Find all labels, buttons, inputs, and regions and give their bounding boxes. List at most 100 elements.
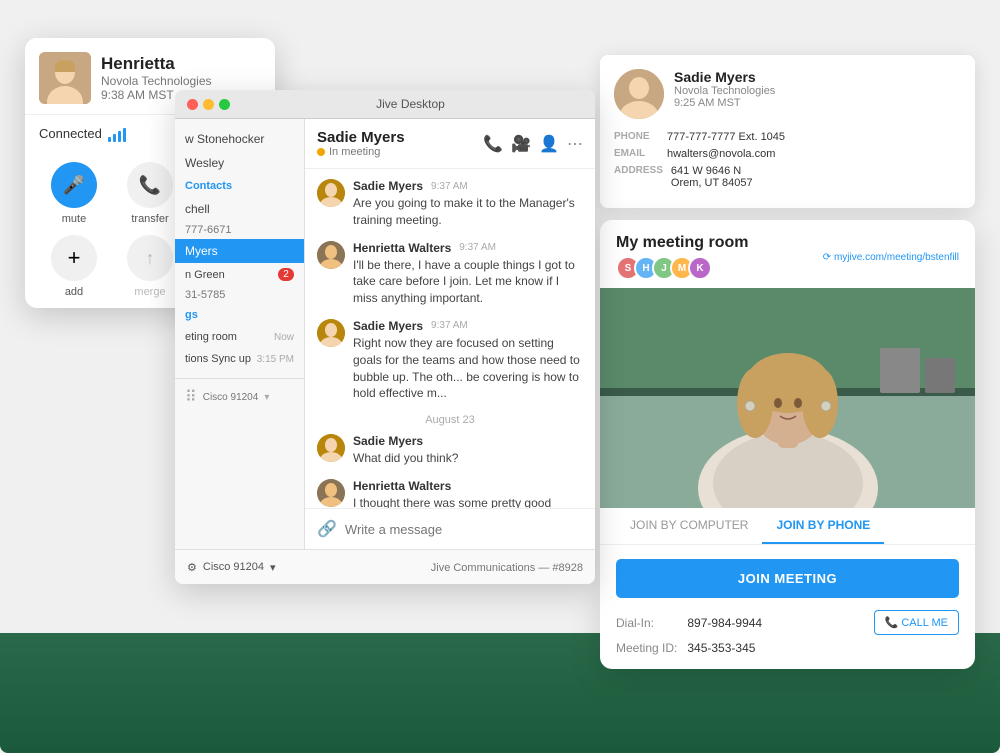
- message-1: Sadie Myers 9:37 AM Are you going to mak…: [317, 179, 583, 229]
- meeting-details: Dial-In: 897-984-9944 📞 CALL ME Meeting …: [616, 610, 959, 655]
- tab-join-computer[interactable]: JOIN BY COMPUTER: [616, 508, 762, 544]
- maximize-dot[interactable]: [219, 99, 230, 110]
- sidebar-meeting-label: eting room: [185, 331, 237, 343]
- dialpad-sidebar-icon[interactable]: ⠿: [185, 387, 197, 407]
- sidebar-item-wesley[interactable]: Wesley: [175, 151, 304, 175]
- email-row: Email hwalters@novola.com: [614, 148, 961, 160]
- footer-chevron[interactable]: ▾: [270, 561, 276, 574]
- phone-label: Phone: [614, 131, 659, 143]
- chat-input[interactable]: [345, 522, 583, 537]
- sidebar-meetings-header: gs: [175, 304, 304, 326]
- contact-card: Sadie Myers Novola Technologies 9:25 AM …: [600, 55, 975, 208]
- address-label: Address: [614, 165, 663, 189]
- sidebar-device: Cisco 91204: [203, 392, 259, 403]
- meeting-card-header: My meeting room S H J M K ⟳ myjive.com/m…: [600, 220, 975, 288]
- contact-company: Novola Technologies: [674, 85, 775, 97]
- close-dot[interactable]: [187, 99, 198, 110]
- sidebar-item-chell[interactable]: chell: [175, 197, 304, 221]
- sidebar-recents: w Stonehocker Wesley Contacts chell 777-…: [175, 119, 304, 378]
- contact-time: 9:25 AM MST: [674, 97, 775, 109]
- add-button[interactable]: + add: [39, 235, 109, 298]
- phone-icon[interactable]: 📞: [483, 134, 503, 154]
- status-text: In meeting: [329, 146, 380, 158]
- sidebar-meeting-room[interactable]: eting room Now: [175, 326, 304, 348]
- settings-icon[interactable]: ⚙: [187, 561, 197, 574]
- video-icon[interactable]: 🎥: [511, 134, 531, 154]
- msg-sender-5: Henrietta Walters: [353, 479, 451, 493]
- msg-content-5: Henrietta Walters I thought there was so…: [353, 479, 583, 508]
- meeting-video: [600, 288, 975, 508]
- connected-text: Connected: [39, 126, 102, 141]
- chat-status: In meeting: [317, 146, 405, 158]
- msg-text-3: Right now they are focused on setting go…: [353, 335, 583, 402]
- caller-company: Novola Technologies: [101, 74, 212, 88]
- device-name: Cisco 91204: [203, 561, 264, 573]
- msg-content-4: Sadie Myers What did you think?: [353, 434, 583, 467]
- msg-content-3: Sadie Myers 9:37 AM Right now they are f…: [353, 319, 583, 402]
- footer-account: Jive Communications — #8928: [431, 558, 583, 576]
- msg-sender-4: Sadie Myers: [353, 434, 423, 448]
- chat-messages: Sadie Myers 9:37 AM Are you going to mak…: [305, 169, 595, 508]
- phone-row: Phone 777-777-7777 Ext. 1045: [614, 131, 961, 143]
- meeting-link[interactable]: ⟳ myjive.com/meeting/bstenfill: [823, 252, 959, 263]
- contact-info: Sadie Myers Novola Technologies 9:25 AM …: [674, 69, 775, 119]
- jive-body: w Stonehocker Wesley Contacts chell 777-…: [175, 119, 595, 549]
- dial-in-label: Dial-In:: [616, 616, 677, 630]
- jive-chat: Sadie Myers In meeting 📞 🎥 👤 ⋯: [305, 119, 595, 549]
- msg-time-2: 9:37 AM: [459, 242, 496, 253]
- msg-text-4: What did you think?: [353, 450, 583, 467]
- transfer-label: transfer: [131, 213, 168, 225]
- dial-in-value: 897-984-9944: [687, 616, 863, 630]
- msg-text-5: I thought there was some pretty good rem…: [353, 495, 583, 508]
- mute-button[interactable]: 🎤 mute: [39, 162, 109, 225]
- sidebar-phone-num: 31-5785: [175, 286, 304, 304]
- contact-details: Phone 777-777-7777 Ext. 1045 Email hwalt…: [614, 131, 961, 189]
- msg-text-2: I'll be there, I have a couple things I …: [353, 257, 583, 307]
- meeting-id-label: Meeting ID:: [616, 641, 677, 655]
- address-row: Address 641 W 9646 N Orem, UT 84057: [614, 165, 961, 189]
- msg-time-3: 9:37 AM: [431, 320, 468, 331]
- right-panel: Sadie Myers Novola Technologies 9:25 AM …: [600, 55, 975, 669]
- sidebar-sync[interactable]: tions Sync up 3:15 PM: [175, 348, 304, 370]
- msg-text-1: Are you going to make it to the Manager'…: [353, 195, 583, 229]
- msg-meta-4: Sadie Myers: [353, 434, 583, 448]
- date-divider: August 23: [317, 414, 583, 426]
- merge-icon: ↑: [127, 235, 173, 281]
- tab-join-phone[interactable]: JOIN BY PHONE: [762, 508, 884, 544]
- sidebar-item-stonehocker[interactable]: w Stonehocker: [175, 127, 304, 151]
- sidebar-item-green[interactable]: n Green 2: [175, 263, 304, 286]
- meeting-title: My meeting room: [616, 234, 748, 252]
- jive-window: Jive Desktop w Stonehocker Wesley Contac…: [175, 90, 595, 584]
- attachment-icon[interactable]: 🔗: [317, 519, 337, 539]
- message-3: Sadie Myers 9:37 AM Right now they are f…: [317, 319, 583, 402]
- msg-time-1: 9:37 AM: [431, 181, 468, 192]
- sidebar-sync-time: 3:15 PM: [257, 354, 294, 365]
- caller-avatar: [39, 52, 91, 104]
- account-name: Jive Communications — #8928: [431, 562, 583, 574]
- message-4: Sadie Myers What did you think?: [317, 434, 583, 467]
- more-icon[interactable]: ⋯: [567, 134, 583, 154]
- transfer-icon: 📞: [127, 162, 173, 208]
- minimize-dot[interactable]: [203, 99, 214, 110]
- merge-label: merge: [134, 286, 165, 298]
- msg-sender-1: Sadie Myers: [353, 179, 423, 193]
- msg-sender-2: Henrietta Walters: [353, 241, 451, 255]
- jive-sidebar: w Stonehocker Wesley Contacts chell 777-…: [175, 119, 305, 549]
- msg-sender-3: Sadie Myers: [353, 319, 423, 333]
- phone-value: 777-777-7777 Ext. 1045: [667, 131, 785, 143]
- chat-header-icons: 📞 🎥 👤 ⋯: [483, 134, 583, 154]
- sidebar-item-myers[interactable]: Myers: [175, 239, 304, 263]
- meeting-card: My meeting room S H J M K ⟳ myjive.com/m…: [600, 220, 975, 669]
- meeting-avatars: S H J M K: [616, 256, 748, 280]
- sidebar-chevron[interactable]: ▾: [264, 392, 269, 403]
- contact-name: Sadie Myers: [674, 69, 775, 85]
- sidebar-meeting-time: Now: [274, 332, 294, 343]
- address-line1: 641 W 9646 N: [671, 165, 753, 177]
- msg-meta-3: Sadie Myers 9:37 AM: [353, 319, 583, 333]
- call-me-button[interactable]: 📞 CALL ME: [874, 610, 959, 635]
- add-contact-icon[interactable]: 👤: [539, 134, 559, 154]
- caller-name: Henrietta: [101, 54, 212, 74]
- msg-content-1: Sadie Myers 9:37 AM Are you going to mak…: [353, 179, 583, 229]
- join-meeting-button[interactable]: JOIN MEETING: [616, 559, 959, 598]
- contact-photo: [614, 69, 664, 119]
